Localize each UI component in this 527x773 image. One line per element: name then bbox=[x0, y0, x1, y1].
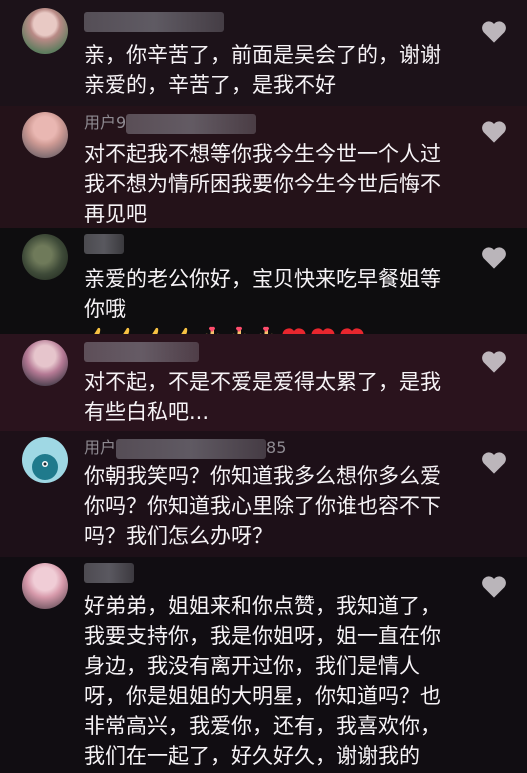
comment-line: 我要支持你，我是你姐呀，姐一直在你 bbox=[84, 624, 441, 648]
username[interactable]: 用户 85 bbox=[84, 437, 286, 459]
heart-outline-icon[interactable] bbox=[480, 573, 508, 599]
comment-line: 对不起，不是不爱是爱得太累了，是我 bbox=[84, 370, 441, 394]
comment-line: 对不起我不想等你我今生今世一个人过 bbox=[84, 142, 441, 166]
redacted-username bbox=[116, 438, 267, 459]
redacted-username bbox=[84, 562, 134, 583]
comment-line: 吗？我们怎么办呀？ bbox=[84, 524, 273, 548]
username-text: 用户9 bbox=[84, 113, 127, 132]
heart-outline-icon[interactable] bbox=[480, 18, 508, 44]
heart-outline-icon[interactable] bbox=[480, 348, 508, 374]
username[interactable]: 用户9 bbox=[84, 112, 257, 134]
avatar[interactable] bbox=[22, 112, 68, 158]
comment-line: 我不想为情所困我要你今生今世后悔不 bbox=[84, 172, 441, 196]
avatar[interactable] bbox=[22, 340, 68, 386]
comment-feed: 亲，你辛苦了，前面是吴会了的，谢谢 亲爱的，辛苦了，是我不好 用户9 对不起我不… bbox=[0, 0, 527, 773]
comment-text: 对不起我不想等你我今生今世一个人过 我不想为情所困我要你今生今世后悔不 再见吧 bbox=[84, 139, 454, 229]
comment-line: 好弟弟，姐姐来和你点赞，我知道了， bbox=[84, 594, 441, 618]
username[interactable] bbox=[84, 340, 199, 362]
avatar[interactable] bbox=[22, 437, 68, 483]
heart-outline-icon[interactable] bbox=[480, 118, 508, 144]
comment-line: 非常高兴，我爱你，还有，我喜欢你， bbox=[84, 714, 441, 738]
comment-text: 你朝我笑吗？你知道我多么想你多么爱 你吗？你知道我心里除了你谁也容不下 吗？我们… bbox=[84, 461, 454, 551]
comment-line: 你哦 bbox=[84, 297, 126, 321]
username[interactable] bbox=[84, 561, 134, 583]
default-avatar-icon bbox=[32, 454, 58, 480]
comment-line: 呀，你是姐姐的大明星，你知道吗？也 bbox=[84, 684, 441, 708]
comment-item: 好弟弟，姐姐来和你点赞，我知道了， 我要支持你，我是你姐呀，姐一直在你 身边，我… bbox=[0, 557, 527, 773]
heart-outline-icon[interactable] bbox=[480, 244, 508, 270]
comment-item: 亲爱的老公你好，宝贝快来吃早餐姐等 你哦 bbox=[0, 228, 527, 349]
comment-line: 亲，你辛苦了，前面是吴会了的，谢谢 bbox=[84, 43, 441, 67]
username-suffix: 85 bbox=[266, 438, 287, 457]
redacted-username bbox=[84, 341, 199, 362]
comment-text: 好弟弟，姐姐来和你点赞，我知道了， 我要支持你，我是你姐呀，姐一直在你 身边，我… bbox=[84, 591, 454, 771]
comment-item: 用户9 对不起我不想等你我今生今世一个人过 我不想为情所困我要你今生今世后悔不 … bbox=[0, 106, 527, 228]
avatar[interactable] bbox=[22, 563, 68, 609]
comment-line: 亲爱的，辛苦了，是我不好 bbox=[84, 73, 336, 97]
comment-text: 亲，你辛苦了，前面是吴会了的，谢谢 亲爱的，辛苦了，是我不好 bbox=[84, 40, 454, 100]
comment-line: 亲爱的老公你好，宝贝快来吃早餐姐等 bbox=[84, 267, 441, 291]
comment-line: 你朝我笑吗？你知道我多么想你多么爱 bbox=[84, 464, 441, 488]
redacted-username bbox=[84, 233, 124, 254]
username[interactable] bbox=[84, 10, 224, 32]
redacted-username bbox=[126, 113, 257, 134]
comment-line: 你吗？你知道我心里除了你谁也容不下 bbox=[84, 494, 441, 518]
comment-line: 我们在一起了，好久好久，谢谢我的 bbox=[84, 744, 420, 768]
comment-line: 有些白私吧... bbox=[84, 400, 210, 424]
comment-item: 亲，你辛苦了，前面是吴会了的，谢谢 亲爱的，辛苦了，是我不好 bbox=[0, 0, 527, 106]
comment-line: 身边，我没有离开过你，我们是情人 bbox=[84, 654, 420, 678]
username[interactable] bbox=[84, 232, 124, 254]
comment-item: 用户 85 你朝我笑吗？你知道我多么想你多么爱 你吗？你知道我心里除了你谁也容不下… bbox=[0, 431, 527, 557]
comment-item: 对不起，不是不爱是爱得太累了，是我 有些白私吧... bbox=[0, 334, 527, 431]
comment-line: 再见吧 bbox=[84, 202, 147, 226]
avatar[interactable] bbox=[22, 8, 68, 54]
username-text: 用户 bbox=[84, 438, 117, 457]
avatar[interactable] bbox=[22, 234, 68, 280]
comment-text: 对不起，不是不爱是爱得太累了，是我 有些白私吧... bbox=[84, 367, 454, 427]
heart-outline-icon[interactable] bbox=[480, 449, 508, 475]
redacted-username bbox=[84, 11, 224, 32]
